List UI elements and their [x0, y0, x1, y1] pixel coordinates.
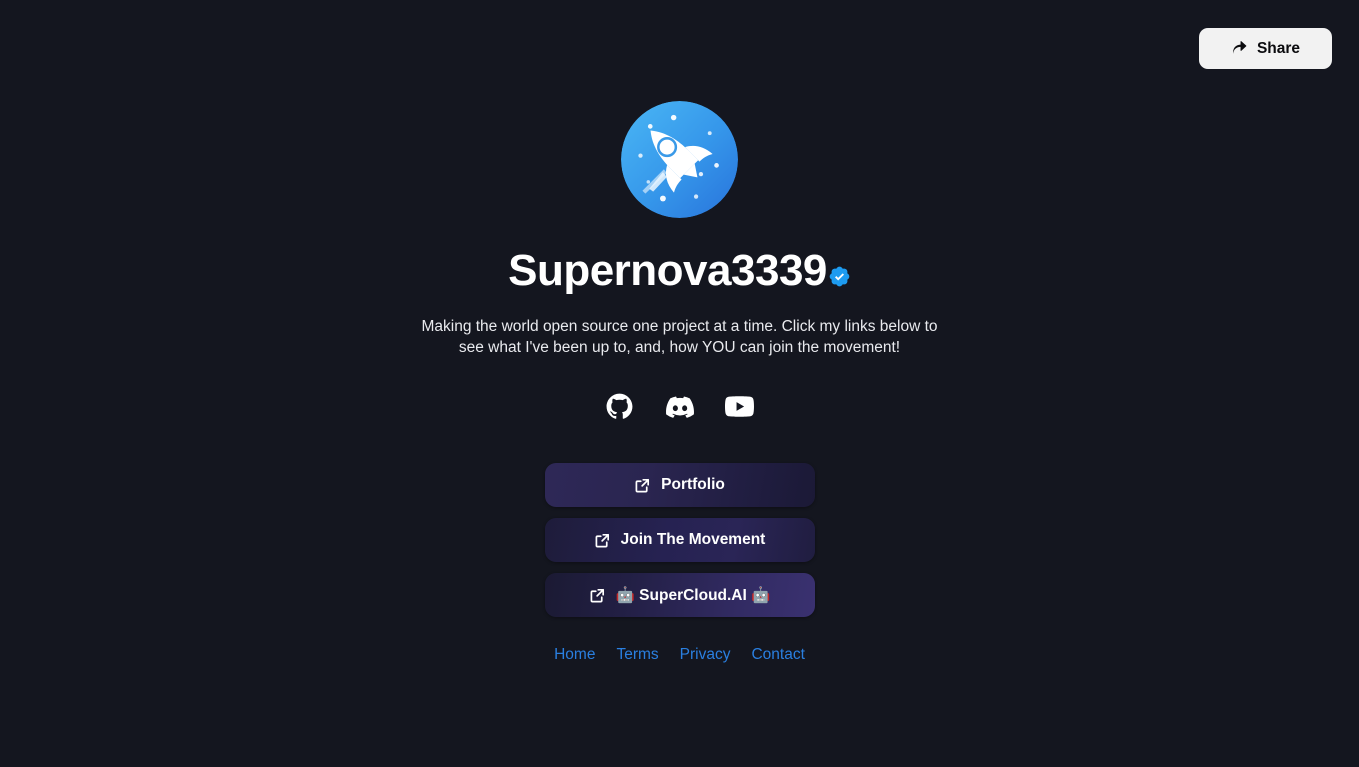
social-link-discord[interactable] [665, 393, 694, 426]
footer-link-home[interactable]: Home [554, 646, 595, 664]
external-link-icon [589, 587, 606, 604]
verified-badge-icon [828, 265, 851, 288]
share-button-label: Share [1256, 39, 1301, 57]
external-link-icon [634, 477, 651, 494]
link-buttons: Portfolio Join The Movement 🤖 SuperCloud… [544, 463, 815, 618]
footer-links: Home Terms Privacy Contact [554, 646, 805, 664]
link-button-label: Portfolio [661, 476, 725, 494]
social-link-youtube[interactable] [725, 392, 754, 426]
discord-icon [665, 393, 694, 426]
profile-bio: Making the world open source one project… [421, 318, 938, 357]
link-button-portfolio[interactable]: Portfolio [544, 463, 815, 508]
youtube-icon [725, 392, 754, 426]
footer-link-contact[interactable]: Contact [751, 646, 804, 664]
external-link-icon [594, 532, 611, 549]
link-button-label: 🤖 SuperCloud.AI 🤖 [615, 586, 771, 604]
page-title: Supernova3339 [508, 246, 827, 295]
footer-link-privacy[interactable]: Privacy [680, 646, 731, 664]
link-button-supercloud-ai[interactable]: 🤖 SuperCloud.AI 🤖 [544, 573, 815, 618]
social-links [606, 392, 754, 426]
github-icon [606, 393, 633, 425]
link-button-label: Join The Movement [620, 531, 766, 549]
profile-page: Supernova3339 Making the world open sour… [0, 0, 1359, 767]
rocket-avatar-icon [621, 101, 738, 218]
social-link-github[interactable] [606, 393, 634, 425]
share-arrow-icon [1231, 40, 1248, 57]
footer-link-terms[interactable]: Terms [616, 646, 658, 664]
link-button-join-the-movement[interactable]: Join The Movement [544, 518, 815, 563]
share-button[interactable]: Share [1199, 28, 1332, 69]
profile-name-row: Supernova3339 [508, 246, 851, 295]
